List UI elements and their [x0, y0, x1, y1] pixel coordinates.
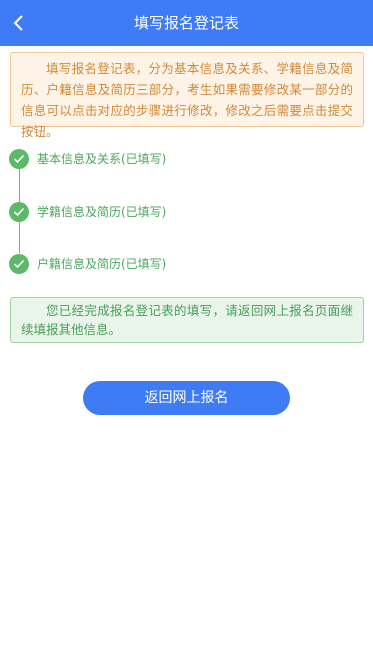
back-button[interactable]: [4, 5, 36, 41]
check-icon: [9, 149, 29, 169]
return-online-registration-button[interactable]: 返回网上报名: [83, 381, 290, 415]
step-basic-info[interactable]: 基本信息及关系(已填写): [9, 149, 269, 169]
step-household-info[interactable]: 户籍信息及简历(已填写): [9, 254, 269, 274]
step-connector: [19, 221, 20, 253]
step-connector: [19, 168, 20, 202]
top-bar: 填写报名登记表: [0, 0, 373, 46]
step-label: 学籍信息及简历(已填写): [37, 205, 167, 219]
success-message: 您已经完成报名登记表的填写，请返回网上报名页面继续填报其他信息。: [10, 297, 364, 343]
step-label: 户籍信息及简历(已填写): [37, 257, 167, 271]
page-title: 填写报名登记表: [133, 14, 239, 32]
step-school-info[interactable]: 学籍信息及简历(已填写): [9, 202, 269, 222]
check-icon: [9, 254, 29, 274]
check-icon: [9, 202, 29, 222]
chevron-left-icon: [13, 15, 23, 31]
step-label: 基本信息及关系(已填写): [37, 152, 167, 166]
notice-box: 填写报名登记表，分为基本信息及关系、学籍信息及简历、户籍信息及简历三部分，考生如…: [10, 52, 364, 139]
